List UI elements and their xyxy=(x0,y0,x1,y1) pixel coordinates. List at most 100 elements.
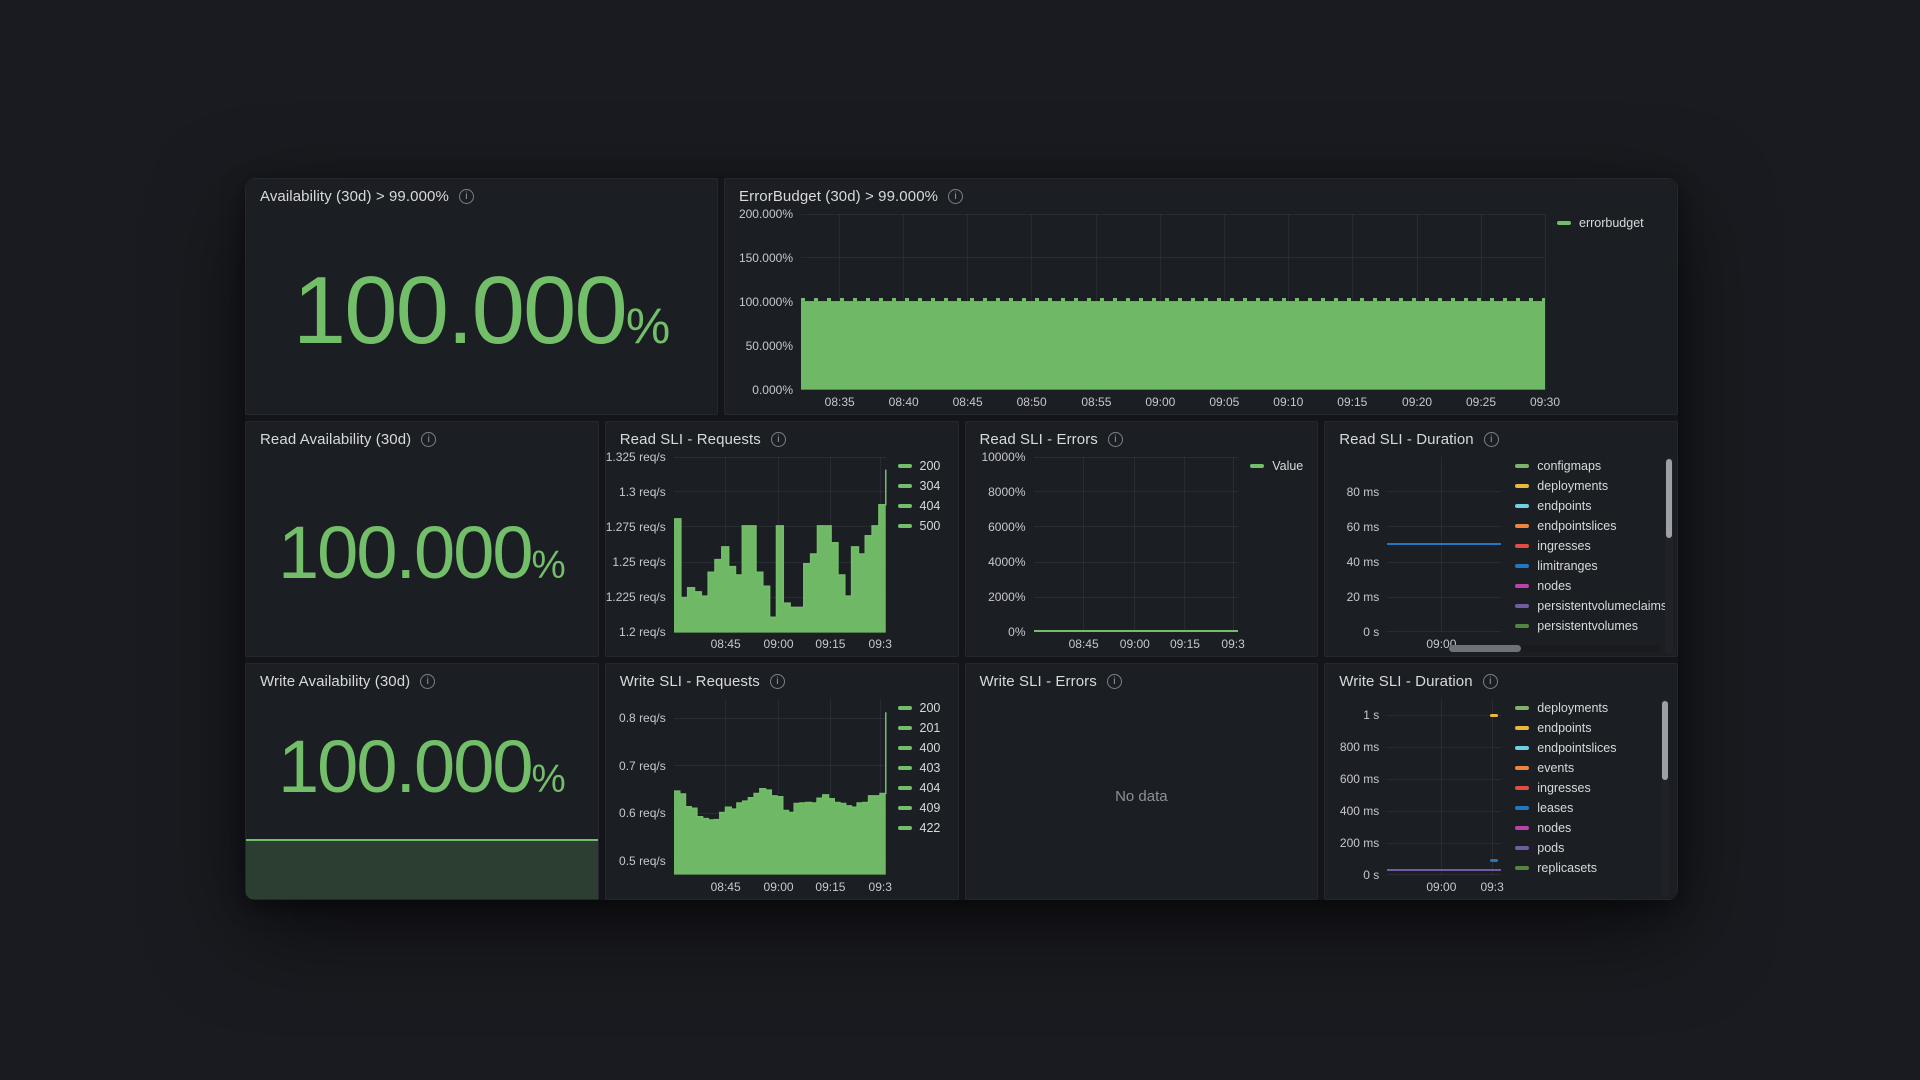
panel-title[interactable]: Write SLI - Duration xyxy=(1339,673,1472,690)
legend-item[interactable]: 422 xyxy=(898,821,944,835)
plot-area[interactable] xyxy=(801,214,1545,390)
legend-item[interactable]: Value xyxy=(1250,459,1303,473)
info-icon[interactable] xyxy=(421,432,436,447)
legend-item[interactable]: configmaps xyxy=(1515,459,1667,473)
legend-item[interactable]: 409 xyxy=(898,801,944,815)
legend-item[interactable]: 304 xyxy=(898,479,944,493)
legend-item[interactable]: leases xyxy=(1515,801,1663,815)
legend-item[interactable]: persistentvolumes xyxy=(1515,619,1667,633)
legend-item[interactable]: replicasets xyxy=(1515,861,1663,875)
legend-item[interactable]: events xyxy=(1515,761,1663,775)
legend-label: endpoints xyxy=(1537,721,1591,735)
legend-scrollbar-vertical[interactable] xyxy=(1665,457,1673,655)
y-tick-label: 1.325 req/s xyxy=(606,450,666,464)
info-icon[interactable] xyxy=(1483,674,1498,689)
x-axis: 08:4509:0009:1509:3 xyxy=(1034,632,1239,652)
legend-marker xyxy=(1515,746,1529,750)
series-area xyxy=(674,457,886,633)
scrollbar-thumb[interactable] xyxy=(1666,459,1672,538)
plot-column: 08:4509:0009:1509:3 xyxy=(674,457,886,653)
legend-label: 200 xyxy=(920,459,941,473)
y-tick-label: 0 s xyxy=(1363,625,1379,639)
legend-scrollbar-horizontal[interactable] xyxy=(1449,645,1661,652)
legend-label: events xyxy=(1537,761,1574,775)
legend-item[interactable]: 404 xyxy=(898,499,944,513)
info-icon[interactable] xyxy=(459,189,474,204)
chart-legend: 200 201 400 403 404 409 422 xyxy=(886,699,944,895)
info-icon[interactable] xyxy=(1108,432,1123,447)
legend-scrollbar-vertical[interactable] xyxy=(1661,699,1669,897)
plot-column: 09:00 xyxy=(1387,457,1501,653)
info-icon[interactable] xyxy=(420,674,435,689)
legend-label: 404 xyxy=(920,781,941,795)
legend-item[interactable]: endpoints xyxy=(1515,721,1663,735)
panel-title[interactable]: Write SLI - Requests xyxy=(620,673,760,690)
info-icon[interactable] xyxy=(771,432,786,447)
gridline-vertical xyxy=(1441,699,1442,875)
legend-item[interactable]: persistentvolumeclaims xyxy=(1515,599,1667,613)
y-tick-label: 10000% xyxy=(981,450,1025,464)
legend-item[interactable]: 404 xyxy=(898,781,944,795)
legend-marker xyxy=(1515,504,1529,508)
legend-item[interactable]: deployments xyxy=(1515,479,1667,493)
legend-item[interactable]: ingresses xyxy=(1515,539,1667,553)
panel-title[interactable]: Write Availability (30d) xyxy=(260,673,410,690)
y-tick-label: 2000% xyxy=(988,590,1025,604)
panel-title[interactable]: Read Availability (30d) xyxy=(260,431,411,448)
dashboard-row-3: Write Availability (30d) 100.000% Write … xyxy=(245,663,1678,900)
legend-item[interactable]: limitranges xyxy=(1515,559,1667,573)
plot-area[interactable] xyxy=(1387,699,1501,875)
plot-area[interactable] xyxy=(1034,457,1239,633)
x-tick-label: 08:45 xyxy=(953,395,983,409)
legend-item[interactable]: ingresses xyxy=(1515,781,1663,795)
legend-item[interactable]: 403 xyxy=(898,761,944,775)
scrollbar-thumb[interactable] xyxy=(1662,701,1668,780)
legend-item[interactable]: deployments xyxy=(1515,701,1663,715)
panel-body: 0.8 req/s0.7 req/s0.6 req/s0.5 req/s 08:… xyxy=(606,693,958,899)
legend-marker xyxy=(898,504,912,508)
plot-area[interactable] xyxy=(674,699,886,875)
info-icon[interactable] xyxy=(1107,674,1122,689)
info-icon[interactable] xyxy=(1484,432,1499,447)
legend-item[interactable]: endpoints xyxy=(1515,499,1667,513)
legend-item[interactable]: nodes xyxy=(1515,579,1667,593)
info-icon[interactable] xyxy=(770,674,785,689)
legend-item[interactable]: 200 xyxy=(898,459,944,473)
panel-title[interactable]: Availability (30d) > 99.000% xyxy=(260,188,449,205)
y-tick-label: 40 ms xyxy=(1347,555,1380,569)
y-tick-label: 0.8 req/s xyxy=(619,711,666,725)
legend-item[interactable]: pods xyxy=(1515,841,1663,855)
legend-label: nodes xyxy=(1537,821,1571,835)
chart-legend: Value xyxy=(1238,457,1303,653)
x-tick-label: 08:55 xyxy=(1081,395,1111,409)
plot-area[interactable] xyxy=(1387,457,1501,633)
y-axis: 1.325 req/s1.3 req/s1.275 req/s1.25 req/… xyxy=(616,457,674,653)
panel-body: 1 s800 ms600 ms400 ms200 ms0 s 09:0009:3… xyxy=(1325,693,1677,899)
gridline-horizontal xyxy=(1387,597,1501,598)
panel-availability: Availability (30d) > 99.000% 100.000% xyxy=(245,178,718,415)
legend-item[interactable]: 400 xyxy=(898,741,944,755)
panel-title[interactable]: Write SLI - Errors xyxy=(980,673,1097,690)
info-icon[interactable] xyxy=(948,189,963,204)
legend-marker xyxy=(1515,786,1529,790)
legend-item[interactable]: 201 xyxy=(898,721,944,735)
y-tick-label: 150.000% xyxy=(739,251,793,265)
legend-item[interactable]: nodes xyxy=(1515,821,1663,835)
legend-item[interactable]: endpointslices xyxy=(1515,741,1663,755)
legend-item[interactable]: endpointslices xyxy=(1515,519,1667,533)
panel-write-requests: Write SLI - Requests 0.8 req/s0.7 req/s0… xyxy=(605,663,959,900)
stat-sparkline xyxy=(246,839,598,899)
scrollbar-thumb[interactable] xyxy=(1449,645,1521,652)
panel-title[interactable]: Read SLI - Duration xyxy=(1339,431,1473,448)
plot-area[interactable] xyxy=(674,457,886,633)
legend-label: errorbudget xyxy=(1579,216,1644,230)
panel-title[interactable]: Read SLI - Errors xyxy=(980,431,1098,448)
legend-item[interactable]: 200 xyxy=(898,701,944,715)
legend-label: persistentvolumes xyxy=(1537,619,1638,633)
legend-item[interactable]: errorbudget xyxy=(1557,216,1663,230)
x-tick-label: 09:15 xyxy=(1337,395,1367,409)
panel-title[interactable]: Read SLI - Requests xyxy=(620,431,761,448)
panel-title[interactable]: ErrorBudget (30d) > 99.000% xyxy=(739,188,938,205)
legend-item[interactable]: 500 xyxy=(898,519,944,533)
panel-header: Write SLI - Errors xyxy=(966,664,1318,693)
